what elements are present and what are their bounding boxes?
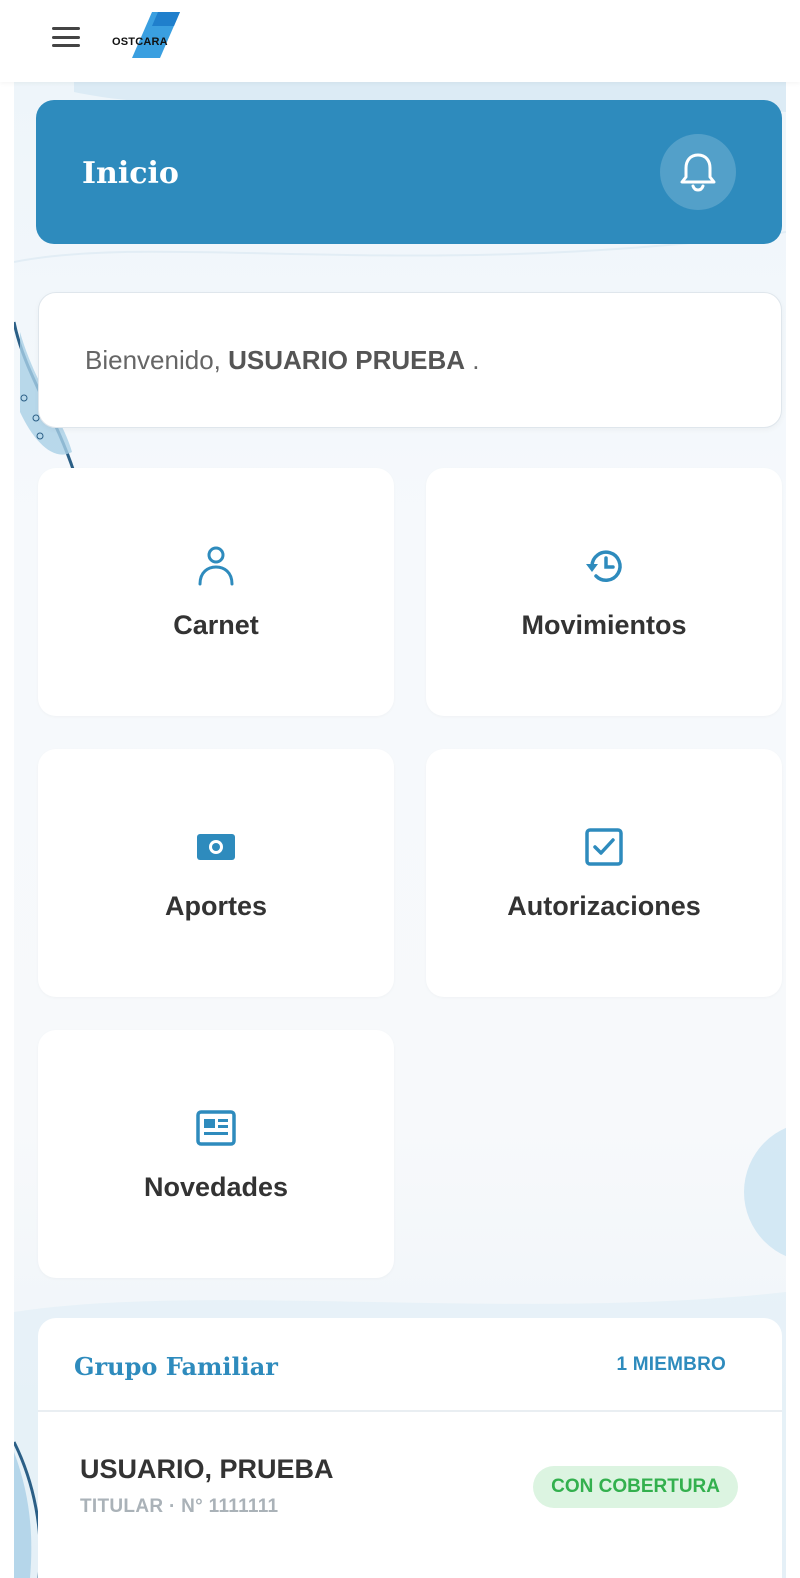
welcome-greeting: Bienvenido, — [85, 345, 221, 375]
page-title: Inicio — [82, 156, 179, 191]
tile-label: Movimientos — [521, 610, 687, 640]
newspaper-icon — [196, 1110, 236, 1146]
tile-label: Autorizaciones — [507, 891, 701, 921]
welcome-message: Bienvenido, USUARIO PRUEBA . — [85, 345, 480, 376]
family-group-title: Grupo Familiar — [74, 1352, 278, 1381]
tile-novedades[interactable]: Novedades — [38, 1030, 394, 1278]
tile-movimientos[interactable]: Movimientos — [426, 468, 782, 716]
welcome-suffix: . — [465, 345, 480, 375]
member-subtitle: TITULAR · N° 1111111 — [80, 1496, 279, 1517]
logo-text: OSTCARA — [112, 36, 168, 48]
logo[interactable]: OSTCARA — [108, 10, 188, 62]
tile-carnet[interactable]: Carnet — [38, 468, 394, 716]
tile-autorizaciones[interactable]: Autorizaciones — [426, 749, 782, 997]
checkbox-icon — [585, 828, 623, 866]
welcome-user-name: USUARIO PRUEBA — [228, 345, 466, 375]
hamburger-menu-icon[interactable] — [50, 24, 82, 50]
bell-icon — [680, 153, 716, 192]
member-name: USUARIO, PRUEBA — [80, 1454, 334, 1484]
tile-label: Carnet — [173, 610, 259, 640]
page-header-card: Inicio — [36, 100, 782, 244]
money-icon — [197, 834, 235, 860]
tile-label: Aportes — [164, 891, 267, 921]
history-icon — [586, 550, 622, 582]
person-icon — [198, 546, 234, 586]
notifications-button[interactable] — [660, 134, 736, 210]
divider — [38, 1410, 782, 1412]
coverage-status-badge: CON COBERTURA — [533, 1466, 738, 1508]
family-group-card: Grupo Familiar 1 MIEMBRO USUARIO, PRUEBA… — [38, 1318, 782, 1578]
app-bar: OSTCARA — [0, 0, 800, 82]
welcome-card: Bienvenido, USUARIO PRUEBA . — [38, 292, 782, 428]
tile-aportes[interactable]: Aportes — [38, 749, 394, 997]
family-member-count: 1 MIEMBRO — [616, 1354, 726, 1375]
tile-label: Novedades — [143, 1172, 289, 1202]
